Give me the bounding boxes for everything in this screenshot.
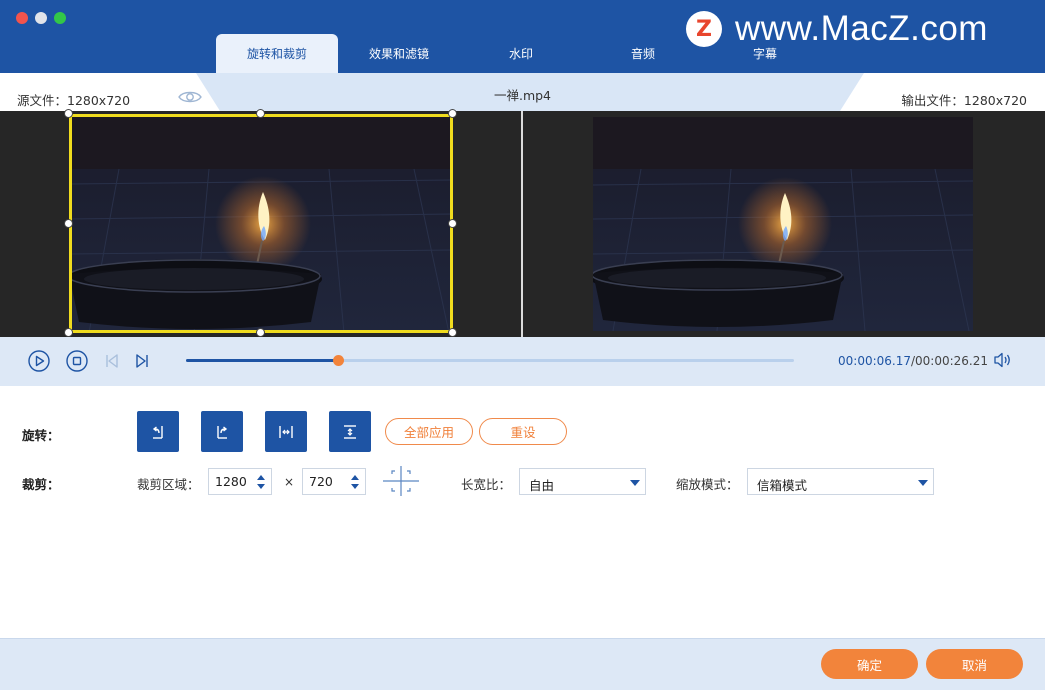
stop-button[interactable] — [65, 349, 89, 373]
output-video-frame — [593, 117, 973, 331]
cancel-button[interactable]: 取消 — [926, 649, 1023, 679]
total-time: /00:00:26.21 — [910, 354, 989, 368]
aspect-ratio-value: 自由 — [529, 478, 555, 493]
watermark-text: www.MacZ.com — [735, 9, 988, 48]
previous-frame-button[interactable] — [100, 349, 124, 373]
crop-handle-top-right[interactable] — [448, 109, 457, 118]
apply-to-all-button[interactable]: 全部应用 — [385, 418, 473, 445]
preview-divider — [521, 111, 523, 337]
crop-label: 裁剪： — [22, 477, 60, 492]
title-bar: 旋转和裁剪 效果和滤镜 水印 音频 字幕 Z www.MacZ.com — [0, 0, 1045, 73]
crop-area-label: 裁剪区域： — [137, 477, 200, 492]
rotate-right-icon — [217, 425, 228, 439]
play-button[interactable] — [27, 349, 51, 373]
dimension-times-sign: × — [284, 475, 295, 489]
zoom-mode-label: 缩放模式： — [676, 477, 739, 492]
site-watermark: Z www.MacZ.com — [686, 9, 988, 49]
video-filename: 一禅.mp4 — [493, 88, 552, 103]
window-minimize-button[interactable] — [35, 12, 47, 24]
video-preview-area — [0, 109, 1045, 337]
chevron-down-icon — [918, 480, 928, 486]
crop-handle-bottom-right[interactable] — [448, 328, 457, 337]
watermark-logo: Z — [686, 11, 722, 47]
progress-fill — [186, 359, 338, 362]
zoom-mode-value: 信箱模式 — [757, 478, 808, 493]
tab-rotate-crop[interactable]: 旋转和裁剪 — [216, 34, 338, 73]
aspect-ratio-select[interactable]: 自由 — [519, 468, 646, 495]
chevron-down-icon — [630, 480, 640, 486]
confirm-button[interactable]: 确定 — [821, 649, 918, 679]
next-frame-button[interactable] — [130, 349, 154, 373]
skip-forward-icon — [136, 354, 148, 368]
window-maximize-button[interactable] — [54, 12, 66, 24]
output-file-label: 输出文件：1280x720 — [901, 93, 1027, 108]
stepper-arrows-icon[interactable] — [349, 472, 361, 492]
crop-handle-top-left[interactable] — [64, 109, 73, 118]
crop-height-stepper[interactable] — [302, 468, 366, 495]
zoom-mode-select[interactable]: 信箱模式 — [747, 468, 934, 495]
crop-handle-top-middle[interactable] — [256, 109, 265, 118]
window-close-button[interactable] — [16, 12, 28, 24]
rotate-left-button[interactable] — [137, 411, 179, 452]
aspect-ratio-label: 长宽比： — [461, 477, 512, 492]
volume-icon[interactable] — [993, 351, 1013, 369]
flip-vertical-button[interactable] — [329, 411, 371, 452]
center-crop-icon[interactable] — [382, 465, 420, 497]
stepper-arrows-icon[interactable] — [255, 472, 267, 492]
file-info-bar: 源文件：1280x720 一禅.mp4 输出文件：1280x720 — [0, 73, 1045, 111]
rotate-label: 旋转： — [22, 428, 60, 443]
dialog-footer: 确定 取消 — [0, 638, 1045, 690]
crop-handle-middle-left[interactable] — [64, 219, 73, 228]
rotate-right-button[interactable] — [201, 411, 243, 452]
playback-bar: 00:00:06.17/00:00:26.21 — [0, 337, 1045, 386]
progress-thumb[interactable] — [333, 355, 344, 366]
flip-horizontal-button[interactable] — [265, 411, 307, 452]
stop-icon — [66, 350, 88, 372]
current-time: 00:00:06.17 — [838, 354, 911, 368]
tab-effects-filters[interactable]: 效果和滤镜 — [338, 34, 460, 73]
progress-track[interactable] — [186, 355, 794, 366]
skip-back-icon — [106, 354, 118, 368]
crop-handle-bottom-left[interactable] — [64, 328, 73, 337]
play-icon — [28, 350, 50, 372]
crop-selection-box[interactable] — [69, 114, 453, 333]
tab-watermark[interactable]: 水印 — [460, 34, 582, 73]
crop-width-stepper[interactable] — [208, 468, 272, 495]
reset-button[interactable]: 重设 — [479, 418, 567, 445]
rotate-left-icon — [152, 425, 163, 439]
crop-handle-bottom-middle[interactable] — [256, 328, 265, 337]
flip-horizontal-icon — [279, 425, 293, 438]
crop-handle-middle-right[interactable] — [448, 219, 457, 228]
time-display: 00:00:06.17/00:00:26.21 — [838, 354, 988, 368]
flip-vertical-icon — [344, 424, 356, 439]
